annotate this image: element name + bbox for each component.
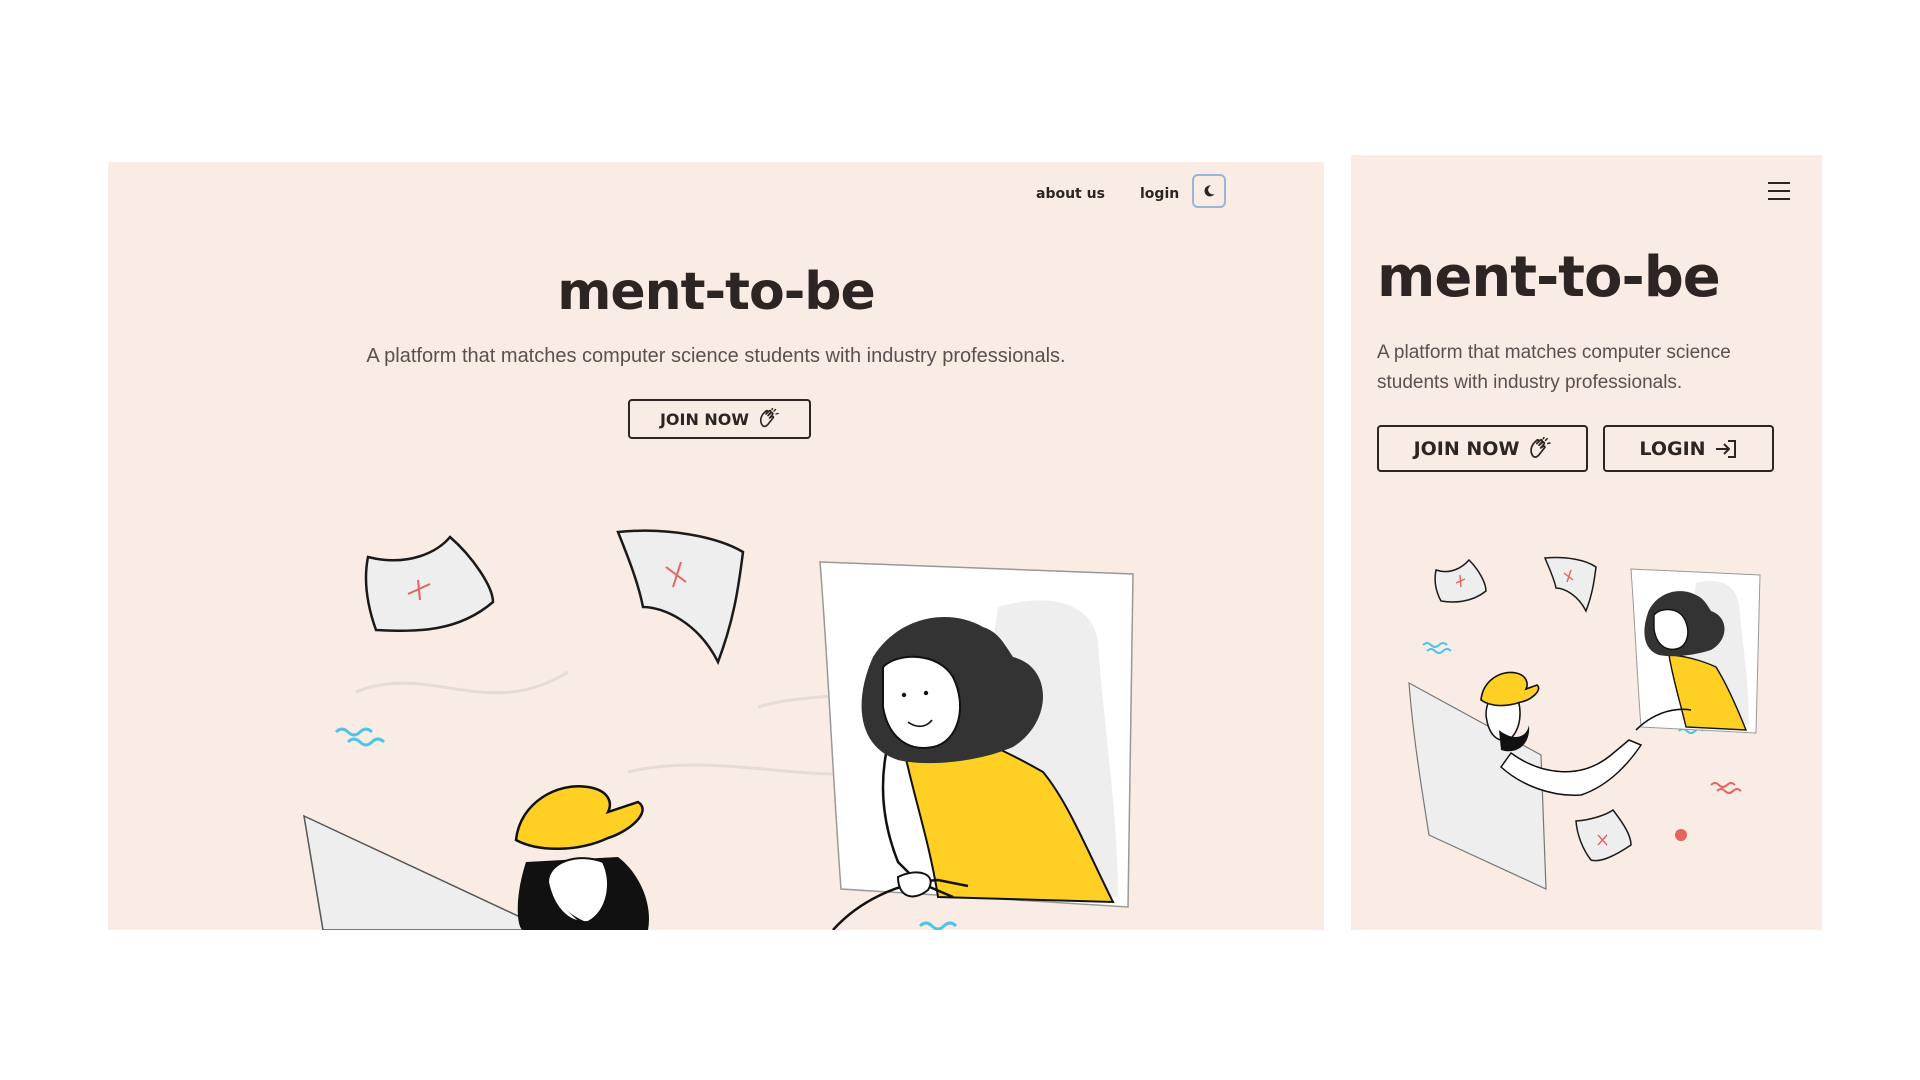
mobile-wave-decoration xyxy=(1422,642,1448,648)
desktop-preview: about us login ment-to-be A platform tha… xyxy=(108,162,1324,930)
mobile-laptop-sheet xyxy=(1408,681,1547,890)
woman-portrait-frame xyxy=(819,561,1134,930)
mobile-paper-card-2 xyxy=(1543,556,1597,613)
mobile-preview: ment-to-be A platform that matches compu… xyxy=(1351,155,1822,930)
laptop-screen-sheet xyxy=(303,814,549,930)
man-with-cap xyxy=(514,785,649,930)
paper-card-middle xyxy=(616,529,745,666)
mobile-hero-illustration xyxy=(1408,556,1761,890)
mobile-woman-portrait-frame xyxy=(1630,568,1761,734)
paper-card-left xyxy=(364,535,495,632)
wave-decoration xyxy=(334,727,374,737)
mobile-paper-card-3 xyxy=(1575,808,1632,862)
hero-illustration xyxy=(303,529,1134,930)
red-dot-decoration xyxy=(1675,829,1687,841)
